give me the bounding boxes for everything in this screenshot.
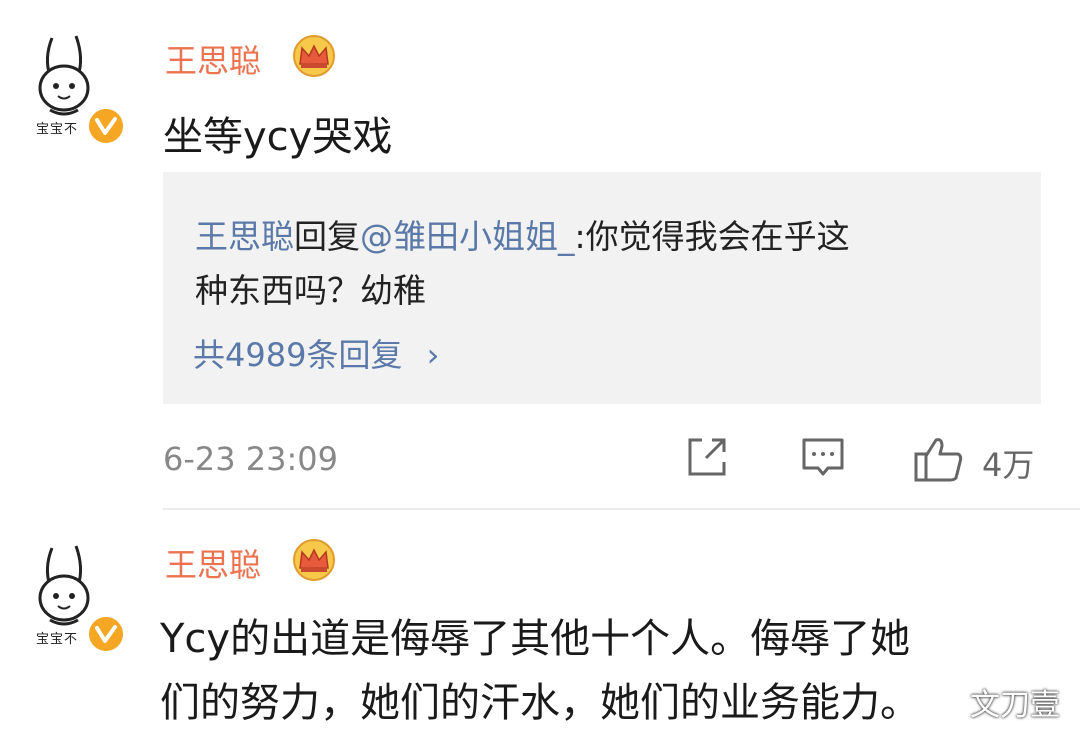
comment-meta: 6-23 23:09 4万 [0, 432, 1080, 488]
comment-text-line1: Ycy的出道是侮辱了其他十个人。侮辱了她 [160, 616, 911, 662]
verified-badge-icon [86, 106, 126, 146]
reply-line: 王思聪回复@雏田小姐姐_:你觉得我会在乎这 [195, 210, 850, 258]
reply-count-link[interactable]: 共4989条回复 › [193, 330, 439, 376]
comment-item: 宝宝不 王思聪 Ycy的出道是侮辱了其他十个人。侮辱了她 们的努力，她们的汗水，… [0, 510, 1080, 745]
watermark-text: 文刀壹 [970, 688, 1060, 723]
comment-text: 坐等ycy哭戏 [163, 114, 393, 160]
watermark: 文刀壹 [928, 682, 1060, 723]
share-icon[interactable] [682, 432, 732, 482]
timestamp: 6-23 23:09 [163, 440, 339, 478]
crown-icon [293, 539, 335, 581]
like-icon[interactable] [912, 432, 966, 486]
username[interactable]: 王思聪 [165, 540, 261, 586]
avatar-caption: 宝宝不 [36, 122, 79, 137]
chevron-right-icon: › [426, 336, 440, 374]
username[interactable]: 王思聪 [165, 36, 261, 82]
reply-verb: 回复 [294, 217, 360, 256]
avatar-caption: 宝宝不 [36, 632, 79, 647]
like-count: 4万 [982, 446, 1035, 484]
verified-badge-icon [86, 614, 126, 654]
comment-icon[interactable] [798, 432, 848, 482]
comment-item: 宝宝不 王思聪 坐等ycy哭戏 王思聪回复@雏田小姐姐_:你觉得我会在乎这 种东… [0, 0, 1080, 510]
reply-count-label: 共4989条回复 [193, 336, 403, 374]
reply-content-line2: 种东西吗？幼稚 [195, 271, 426, 310]
reply-mention[interactable]: @雏田小姐姐_ [360, 217, 575, 256]
comment-text-line2: 们的努力，她们的汗水，她们的业务能力。 [160, 680, 920, 726]
reply-content: :你觉得我会在乎这 [574, 217, 850, 256]
crown-icon [293, 35, 335, 77]
reply-preview[interactable]: 王思聪回复@雏田小姐姐_:你觉得我会在乎这 种东西吗？幼稚 共4989条回复 › [163, 172, 1041, 404]
reply-author[interactable]: 王思聪 [195, 217, 294, 256]
comment-feed: 宝宝不 王思聪 坐等ycy哭戏 王思聪回复@雏田小姐姐_:你觉得我会在乎这 种东… [0, 0, 1080, 745]
wechat-icon [928, 687, 964, 716]
